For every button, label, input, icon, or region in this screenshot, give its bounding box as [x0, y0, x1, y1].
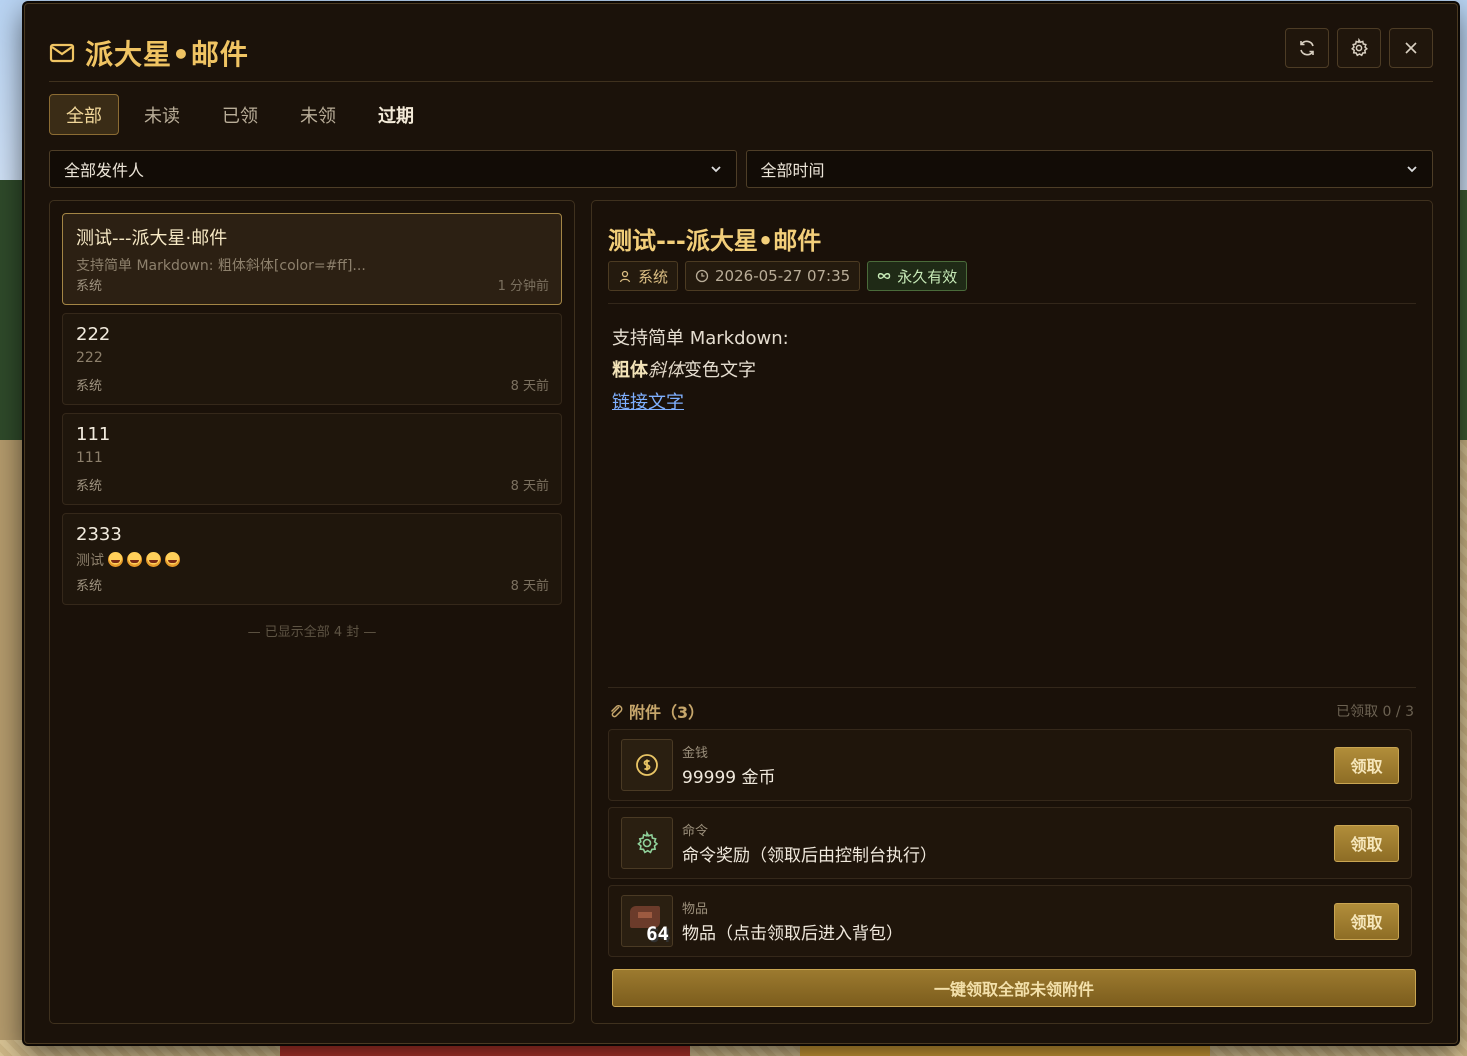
mail-list: 测试---派大星·邮件 支持简单 Markdown: 粗体斜体[color=#f… — [49, 200, 575, 1024]
body-line: 支持简单 Markdown: — [612, 328, 789, 349]
mail-time: 1 分钟前 — [497, 279, 549, 294]
mail-window: 派大星•邮件 全部 未读 已领 未领 过期 全部发件人 全部时间 测试---派大… — [24, 3, 1458, 1044]
mail-detail: 测试---派大星•邮件 系统 2026-05-27 07:35 永久有效 支持简… — [591, 200, 1433, 1024]
user-icon — [619, 270, 631, 283]
list-item[interactable]: 2333 测试 系统 8 天前 — [62, 513, 562, 605]
sender-select-value: 全部发件人 — [64, 161, 145, 180]
attachment-name: 99999 金币 — [682, 768, 776, 788]
body-link[interactable]: 链接文字 — [612, 392, 684, 413]
attachments-header: 附件（3） 已领取 0 / 3 — [608, 699, 1414, 723]
coin-icon — [621, 739, 673, 791]
refresh-icon — [1300, 40, 1314, 55]
gear-icon — [1351, 37, 1368, 56]
attachment-row: 金钱 99999 金币 领取 — [608, 729, 1412, 801]
detail-title: 测试---派大星•邮件 — [608, 227, 822, 255]
sent-date: 2026-05-27 07:35 — [715, 267, 851, 285]
tab-claimed[interactable]: 已领 — [205, 94, 275, 135]
settings-button[interactable] — [1337, 27, 1381, 68]
claim-all-button[interactable]: 一键领取全部未领附件 — [612, 969, 1416, 1007]
tab-expired[interactable]: 过期 — [361, 94, 431, 135]
body-line: 粗体斜体变色文字 — [612, 355, 789, 387]
close-icon — [1405, 41, 1417, 54]
window-title: 派大星•邮件 — [85, 37, 249, 71]
chevron-down-icon — [1407, 166, 1417, 173]
attachment-row: 命令 命令奖励（领取后由控制台执行） 领取 — [608, 807, 1412, 879]
attachment-type: 命令 — [682, 824, 709, 839]
mail-sender: 系统 — [76, 279, 103, 294]
laughing-emoji-icon — [146, 552, 161, 567]
mail-sender: 系统 — [76, 479, 103, 494]
tab-unread[interactable]: 未读 — [127, 94, 197, 135]
hotbar-yellow — [800, 1042, 1210, 1056]
mail-title: 222 — [76, 324, 111, 345]
italic-text: 斜体 — [648, 360, 684, 381]
mail-time: 8 天前 — [510, 379, 549, 394]
mail-title: 测试---派大星·邮件 — [76, 228, 228, 249]
clock-icon — [695, 269, 709, 283]
mail-title: 111 — [76, 424, 111, 445]
attachment-type: 金钱 — [682, 746, 709, 761]
mail-time: 8 天前 — [510, 479, 549, 494]
list-footer: — 已显示全部 4 封 — — [247, 625, 377, 640]
tab-unclaimed[interactable]: 未领 — [283, 94, 353, 135]
claim-button[interactable]: 领取 — [1334, 746, 1399, 784]
filter-row: 全部发件人 全部时间 — [49, 150, 1433, 188]
gear-icon — [621, 817, 673, 869]
mail-preview: 111 — [76, 450, 103, 466]
close-button[interactable] — [1389, 27, 1433, 68]
list-item[interactable]: 111 111 系统 8 天前 — [62, 413, 562, 505]
list-item[interactable]: 测试---派大星·邮件 支持简单 Markdown: 粗体斜体[color=#f… — [62, 213, 562, 305]
mail-icon — [49, 43, 75, 62]
refresh-button[interactable] — [1285, 27, 1329, 68]
filter-tabs: 全部 未读 已领 未领 过期 — [49, 94, 431, 135]
hotbar-red — [280, 1042, 690, 1056]
body-line: 链接文字 — [612, 387, 789, 419]
item-icon: 64 — [621, 895, 673, 947]
laughing-emoji-icon — [165, 552, 180, 567]
mail-preview: 222 — [76, 350, 103, 366]
mail-time: 8 天前 — [510, 579, 549, 594]
paperclip-icon — [610, 705, 623, 718]
sender-select[interactable]: 全部发件人 — [49, 150, 737, 188]
item-quantity: 64 — [646, 923, 669, 945]
time-select-value: 全部时间 — [760, 161, 825, 180]
mail-sender: 系统 — [76, 579, 103, 594]
mail-preview: 支持简单 Markdown: 粗体斜体[color=#ff]... — [76, 258, 366, 274]
attachments-count: 已领取 0 / 3 — [1336, 704, 1414, 720]
divider — [608, 687, 1416, 688]
date-chip: 2026-05-27 07:35 — [685, 261, 861, 291]
attachment-name: 物品（点击领取后进入背包） — [682, 924, 903, 944]
mail-preview: 测试 — [76, 550, 549, 570]
chevron-down-icon — [710, 166, 721, 173]
claim-button[interactable]: 领取 — [1334, 902, 1399, 940]
item-sprite-detail — [638, 912, 652, 918]
title-bar: 派大星•邮件 — [49, 24, 1433, 82]
attachments-title: 附件（3） — [629, 703, 705, 722]
attachment-name: 命令奖励（领取后由控制台执行） — [682, 846, 937, 866]
laughing-emoji-icon — [127, 552, 142, 567]
bold-text: 粗体 — [612, 360, 648, 381]
mail-body: 支持简单 Markdown: 粗体斜体变色文字 链接文字 — [612, 323, 789, 419]
validity-text: 永久有效 — [897, 267, 958, 286]
tab-all[interactable]: 全部 — [49, 94, 119, 135]
laughing-emoji-icon — [108, 552, 123, 567]
infinity-icon — [877, 273, 891, 279]
sender-chip: 系统 — [608, 261, 679, 291]
mail-title: 2333 — [76, 524, 122, 545]
claim-button[interactable]: 领取 — [1334, 824, 1399, 862]
attachment-row: 64 物品 物品（点击领取后进入背包） 领取 — [608, 885, 1412, 957]
mail-sender: 系统 — [76, 379, 103, 394]
mail-preview-text: 测试 — [76, 553, 104, 569]
list-item[interactable]: 222 222 系统 8 天前 — [62, 313, 562, 405]
attachment-type: 物品 — [682, 902, 709, 917]
colored-text: 变色文字 — [684, 360, 756, 381]
validity-chip: 永久有效 — [867, 261, 968, 291]
divider — [608, 303, 1416, 304]
sender-name: 系统 — [638, 267, 669, 286]
detail-meta: 系统 2026-05-27 07:35 永久有效 — [608, 261, 968, 291]
time-select[interactable]: 全部时间 — [745, 150, 1433, 188]
